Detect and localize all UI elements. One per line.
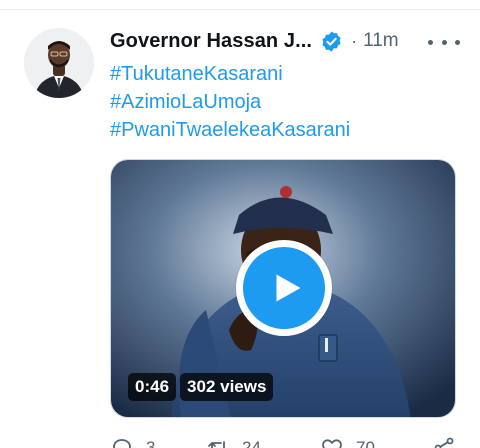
time-separator: · [351,30,358,51]
play-button[interactable] [236,240,332,336]
like-button[interactable]: 70 [320,436,375,448]
dot-1 [428,39,433,45]
heart-icon [322,439,342,448]
reply-count: 3 [146,438,156,448]
reply-button[interactable]: 3 [110,436,155,448]
share-button[interactable] [432,436,456,448]
hashtag-link[interactable]: #AzimioLaUmoja [110,88,350,116]
video-views: 302 views [180,373,274,401]
author-name[interactable]: Governor Hassan J... [110,30,312,53]
tweet-actions: 3 24 70 [110,436,460,448]
video-duration: 0:46 [128,373,177,401]
video-info: 0:46 302 views [128,373,274,401]
more-dots-icon[interactable] [428,32,460,52]
retweet-icon [208,441,225,448]
play-icon [276,274,301,302]
verified-badge-icon [320,30,343,53]
hashtag-link[interactable]: #TukutaneKasarani [110,60,350,88]
reply-icon [113,439,131,448]
dot-3 [455,39,460,45]
tweet-text: #TukutaneKasarani #AzimioLaUmoja #PwaniT… [110,60,350,144]
share-icon [434,437,454,448]
hashtag-link[interactable]: #PwaniTwaelekeaKasarani [110,116,350,144]
avatar-image [24,28,94,98]
dot-2 [441,39,447,45]
tweet-timestamp[interactable]: 11m [363,30,399,52]
avatar[interactable] [24,28,94,98]
retweet-count: 24 [242,438,261,448]
top-divider [0,9,480,10]
play-button-circle [243,247,325,329]
tweet-header: Governor Hassan J... · 11m [110,27,399,55]
retweet-button[interactable]: 24 [206,436,261,448]
like-count: 70 [356,438,375,448]
